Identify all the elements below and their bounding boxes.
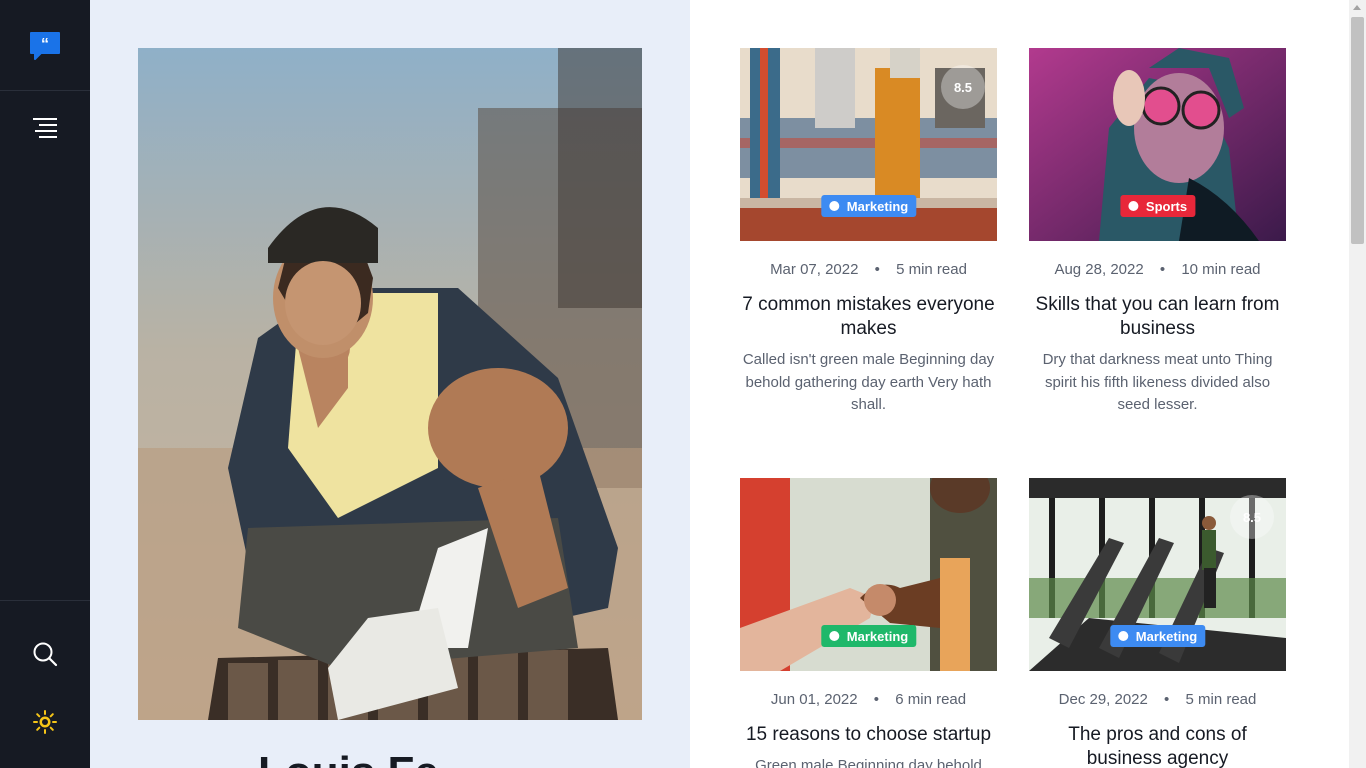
read-time: 5 min read bbox=[1185, 691, 1257, 708]
article-date: Aug 28, 2022 bbox=[1054, 261, 1144, 278]
article-title[interactable]: The pros and cons of business agency bbox=[1029, 723, 1286, 768]
hamburger-menu-icon[interactable] bbox=[33, 117, 57, 139]
rating-badge: 8.5 bbox=[941, 65, 985, 109]
category-label: Marketing bbox=[1135, 628, 1198, 644]
article-meta: Dec 29, 2022 • 5 min read bbox=[1029, 691, 1286, 708]
article-card[interactable]: 8.5 Marketing Dec 29, 2022 • 5 min read … bbox=[1029, 478, 1286, 768]
category-badge[interactable]: Marketing bbox=[820, 625, 917, 647]
sun-icon[interactable] bbox=[33, 710, 57, 734]
category-badge[interactable]: Marketing bbox=[1109, 625, 1206, 647]
author-name[interactable]: Louis Fe bbox=[258, 748, 439, 768]
meta-separator: • bbox=[1164, 691, 1170, 708]
article-title[interactable]: 7 common mistakes everyone makes bbox=[740, 293, 997, 341]
scrollbar-thumb[interactable] bbox=[1351, 17, 1364, 244]
dot-icon bbox=[1117, 631, 1128, 641]
search-icon[interactable] bbox=[32, 641, 58, 667]
quote-bubble-icon[interactable]: “ bbox=[29, 31, 61, 61]
category-label: Sports bbox=[1145, 198, 1188, 214]
meta-separator: • bbox=[874, 261, 880, 278]
vertical-scrollbar[interactable] bbox=[1349, 0, 1366, 768]
sidebar-rail: “ bbox=[0, 0, 90, 768]
meta-separator: • bbox=[873, 691, 880, 708]
svg-text:“: “ bbox=[41, 36, 49, 53]
rail-divider bbox=[0, 600, 90, 601]
meta-separator: • bbox=[1159, 261, 1166, 278]
dot-icon bbox=[828, 631, 839, 641]
article-date: Mar 07, 2022 bbox=[770, 261, 859, 278]
article-card[interactable]: 8.5 Marketing Mar 07, 2022 • 5 min read … bbox=[740, 48, 997, 417]
author-photo[interactable] bbox=[138, 48, 642, 720]
article-date: Dec 29, 2022 bbox=[1058, 691, 1148, 708]
article-excerpt: Green male Beginning day behold bbox=[755, 757, 982, 768]
category-badge[interactable]: Sports bbox=[1119, 195, 1196, 217]
article-meta: Aug 28, 2022 • 10 min read bbox=[1029, 261, 1286, 278]
read-time: 10 min read bbox=[1181, 261, 1261, 278]
rating-badge: 8.5 bbox=[1230, 495, 1274, 539]
article-thumbnail[interactable]: 8.5 Marketing bbox=[740, 48, 997, 241]
article-meta: Jun 01, 2022 • 6 min read bbox=[740, 691, 997, 708]
article-meta: Mar 07, 2022 • 5 min read bbox=[740, 261, 997, 278]
dot-icon bbox=[828, 201, 839, 211]
read-time: 6 min read bbox=[895, 691, 967, 708]
category-label: Marketing bbox=[846, 198, 909, 214]
article-title[interactable]: 15 reasons to choose startup bbox=[740, 723, 997, 747]
category-label: Marketing bbox=[846, 628, 909, 644]
article-thumbnail[interactable]: 8.5 Marketing bbox=[1029, 478, 1286, 671]
article-date: Jun 01, 2022 bbox=[770, 691, 858, 708]
article-thumbnail[interactable]: Sports bbox=[1029, 48, 1286, 241]
category-badge[interactable]: Marketing bbox=[820, 195, 917, 217]
rail-divider bbox=[0, 90, 90, 91]
article-title[interactable]: Skills that you can learn from business bbox=[1029, 293, 1286, 341]
read-time: 5 min read bbox=[896, 261, 967, 278]
article-card[interactable]: Marketing Jun 01, 2022 • 6 min read 15 r… bbox=[740, 478, 997, 768]
article-excerpt: Dry that darkness meat unto Thing spirit… bbox=[1042, 351, 1273, 413]
scroll-up-arrow-icon[interactable] bbox=[1353, 5, 1361, 10]
dot-icon bbox=[1127, 201, 1138, 211]
article-thumbnail[interactable]: Marketing bbox=[740, 478, 997, 671]
featured-author-panel: Louis Fe bbox=[90, 0, 690, 768]
article-card[interactable]: Sports Aug 28, 2022 • 10 min read Skills… bbox=[1029, 48, 1286, 417]
article-excerpt: Called isn't green male Beginning day be… bbox=[742, 351, 995, 413]
